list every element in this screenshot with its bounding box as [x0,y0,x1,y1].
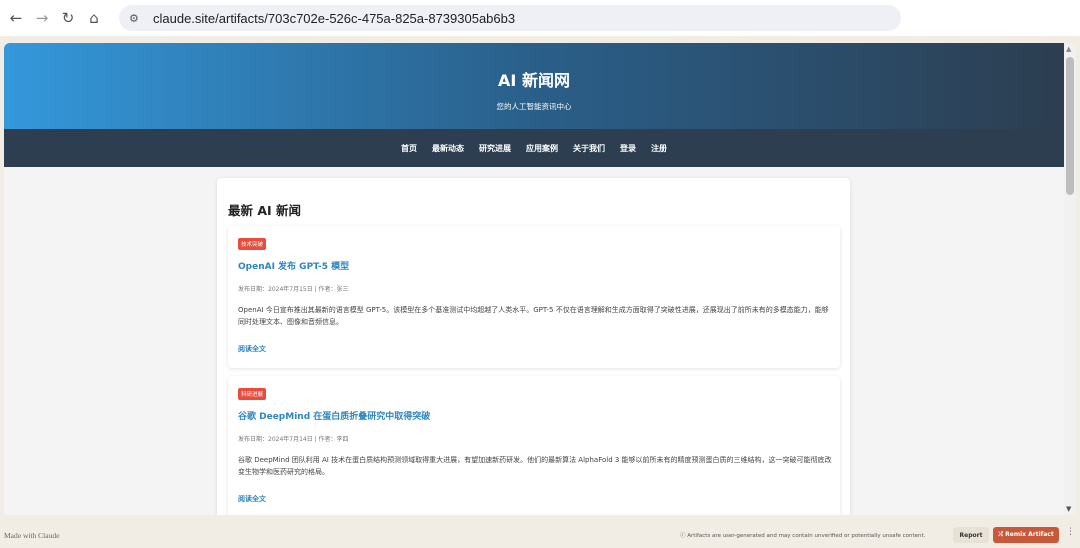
article-card: 技术突破 OpenAI 发布 GPT-5 模型 发布日期：2024年7月15日 … [228,226,840,368]
article-body: OpenAI 今日宣布推出其最新的语言模型 GPT-5。该模型在多个基准测试中均… [238,306,829,326]
read-more-link[interactable]: 阅读全文 [238,494,266,504]
more-options-icon[interactable]: ⋮ [1066,527,1075,537]
artifact-footer: Made with Claude ⓘ Artifacts are user-ge… [0,522,1080,548]
site-header: AI 新闻网 您的人工智能资讯中心 [4,43,1064,129]
made-with-label: Made with Claude [4,530,60,540]
scroll-down-icon[interactable]: ▼ [1066,505,1071,513]
article-card: 科研进展 谷歌 DeepMind 在蛋白质折叠研究中取得突破 发布日期：2024… [228,376,840,515]
reload-icon[interactable]: ↻ [57,7,79,29]
page-viewport: AI 新闻网 您的人工智能资讯中心 首页 最新动态 研究进展 应用案例 关于我们… [4,43,1076,515]
read-more-link[interactable]: 阅读全文 [238,344,266,354]
article-meta: 发布日期：2024年7月14日 | 作者：李四 [238,436,349,443]
section-title: 最新 AI 新闻 [228,203,302,218]
back-arrow-icon[interactable]: ← [5,7,27,29]
home-icon[interactable]: ⌂ [83,7,105,29]
nav-research[interactable]: 研究进展 [472,143,519,154]
nav-cases[interactable]: 应用案例 [519,143,566,154]
report-button[interactable]: Report [953,527,989,543]
nav-login[interactable]: 登录 [613,143,644,154]
site-title: AI 新闻网 [498,71,570,90]
article-tag: 技术突破 [238,238,267,250]
url-text: claude.site/artifacts/703c702e-526c-475a… [153,10,516,26]
article-title[interactable]: OpenAI 发布 GPT-5 模型 [238,259,349,272]
remix-artifact-button[interactable]: ⤮ Remix Artifact [993,527,1059,543]
nav-latest[interactable]: 最新动态 [425,143,472,154]
nav-home[interactable]: 首页 [394,143,425,154]
page-scrollbar[interactable]: ▲ ▼ [1064,43,1076,515]
article-title[interactable]: 谷歌 DeepMind 在蛋白质折叠研究中取得突破 [238,409,430,422]
scroll-up-icon[interactable]: ▲ [1066,45,1071,53]
nav-register[interactable]: 注册 [644,143,675,154]
disclaimer-text: ⓘ Artifacts are user-generated and may c… [680,533,926,539]
address-bar[interactable]: ⚙ claude.site/artifacts/703c702e-526c-47… [119,5,901,31]
news-container: 最新 AI 新闻 技术突破 OpenAI 发布 GPT-5 模型 发布日期：20… [217,178,850,515]
nav-about[interactable]: 关于我们 [566,143,613,154]
scrollbar-thumb[interactable] [1066,57,1074,195]
site-subtitle: 您的人工智能资讯中心 [496,102,572,111]
forward-arrow-icon[interactable]: → [31,7,53,29]
site-nav: 首页 最新动态 研究进展 应用案例 关于我们 登录 注册 [4,129,1064,167]
site-info-icon[interactable]: ⚙ [129,12,147,25]
browser-toolbar: ← → ↻ ⌂ ⚙ claude.site/artifacts/703c702e… [0,0,1080,36]
article-body: 谷歌 DeepMind 团队利用 AI 技术在蛋白质结构预测领域取得重大进展，有… [238,456,832,476]
article-tag: 科研进展 [238,388,267,400]
article-meta: 发布日期：2024年7月15日 | 作者：张三 [238,286,349,293]
